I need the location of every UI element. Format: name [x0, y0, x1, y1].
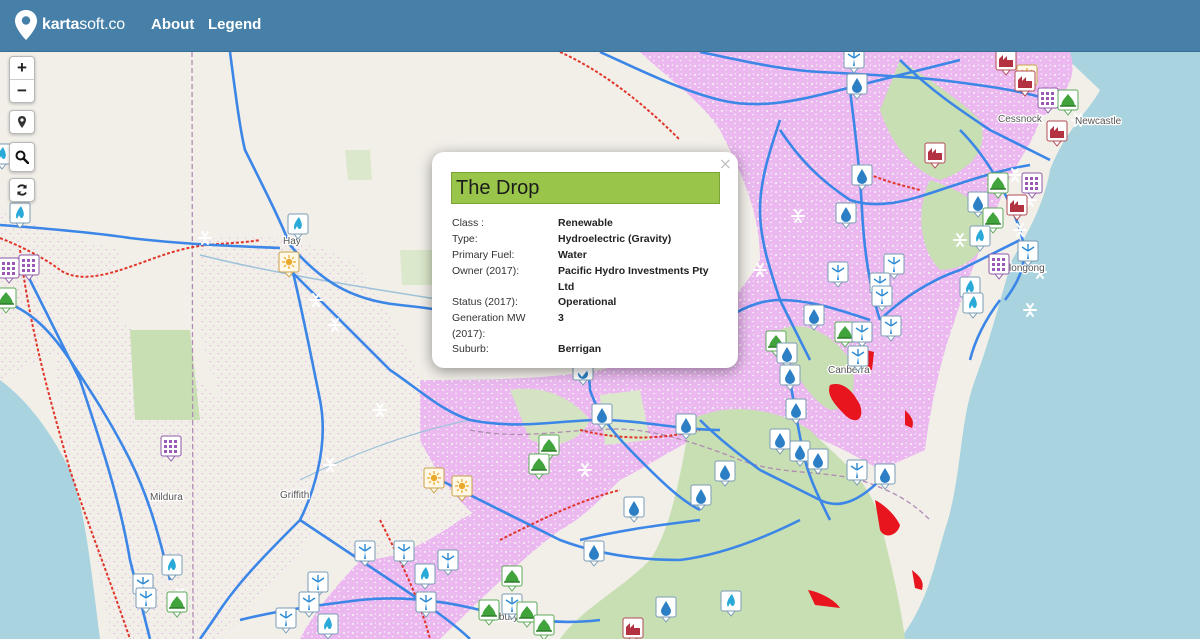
map-pin-logo-icon [15, 10, 37, 40]
locate-button[interactable] [10, 111, 34, 133]
popup-value: Operational [558, 296, 617, 308]
map-label-cessnock: Cessnock [998, 114, 1043, 125]
map-marker-icon [18, 116, 26, 128]
zoom-out-button[interactable]: − [10, 79, 34, 102]
popup-key: Suburb: [452, 343, 489, 355]
map-label-mildura: Mildura [150, 492, 183, 503]
map-label-newcastle: Newcastle [1075, 116, 1122, 127]
power-station-popup: × The Drop Class : Renewable Type: Hydro… [432, 152, 738, 368]
search-control [9, 142, 35, 172]
popup-key: Type: [452, 233, 478, 245]
nav-legend-link[interactable]: Legend [208, 16, 261, 33]
popup-key: Status (2017): [452, 296, 518, 308]
popup-value: Renewable [558, 217, 613, 229]
popup-value: Hydroelectric (Gravity) [558, 233, 672, 245]
map-label-canberra: Canberra [828, 365, 870, 376]
brand-name: kartasoft.co [42, 16, 125, 33]
refresh-control [9, 178, 35, 202]
locate-control [9, 110, 35, 134]
zoom-in-button[interactable]: + [10, 57, 34, 79]
map-label-griffith: Griffith [280, 490, 309, 501]
navbar: kartasoft.co About Legend [0, 0, 1200, 52]
popup-value: 3 [558, 312, 564, 324]
search-icon [15, 150, 29, 164]
popup-close-button[interactable]: × [719, 154, 732, 173]
popup-value: Pacific Hydro Investments Pty Ltd [558, 265, 709, 293]
refresh-button[interactable] [10, 179, 34, 201]
nav-about-link[interactable]: About [151, 16, 194, 33]
popup-key: Owner (2017): [452, 265, 520, 277]
popup-key: Generation MW (2017): [452, 312, 526, 340]
biomass-marker[interactable] [533, 614, 555, 639]
popup-value: Berrigan [558, 343, 602, 355]
brand-logo-link[interactable]: kartasoft.co [14, 9, 125, 41]
popup-value: Water [558, 249, 587, 261]
popup-key: Class : [452, 217, 485, 229]
popup-title: The Drop [451, 172, 720, 204]
popup-key: Primary Fuel: [452, 249, 515, 261]
zoom-control: + − [9, 56, 35, 103]
search-button[interactable] [10, 143, 34, 171]
coal-marker[interactable] [622, 617, 644, 639]
refresh-icon [17, 184, 27, 196]
